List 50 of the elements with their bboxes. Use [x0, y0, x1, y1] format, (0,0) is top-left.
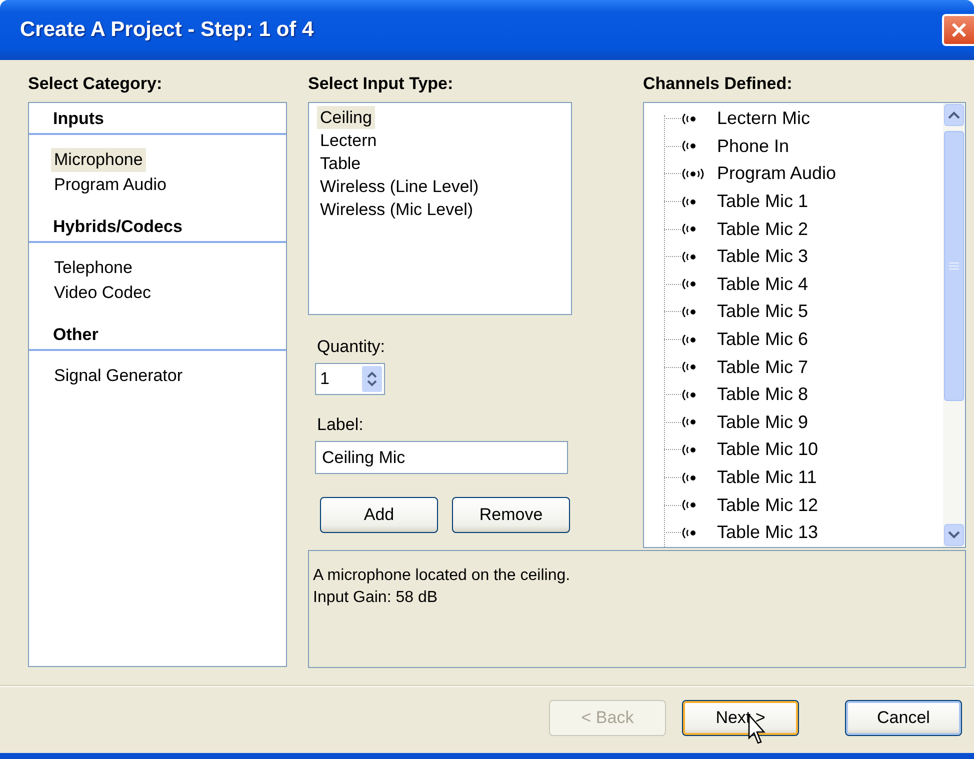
- channel-item[interactable]: Table Mic 1: [717, 191, 808, 212]
- input-type-item[interactable]: Table: [317, 152, 364, 175]
- channel-item[interactable]: Table Mic 7: [717, 356, 808, 378]
- spinner-arrows-icon: [366, 369, 378, 389]
- close-button[interactable]: [942, 14, 974, 46]
- channel-item[interactable]: Table Mic 3: [717, 246, 808, 268]
- group-heading: Other: [53, 324, 100, 346]
- scrollbar[interactable]: [943, 103, 965, 547]
- section-heading: Select Input Type:: [308, 74, 454, 94]
- channel-item[interactable]: Program Audio: [717, 163, 836, 184]
- section-heading: Channels Defined:: [643, 74, 792, 94]
- close-icon: [950, 21, 968, 39]
- group-heading: Inputs: [53, 108, 105, 130]
- label-field[interactable]: Ceiling Mic: [315, 441, 568, 474]
- channel-item[interactable]: Table Mic 10: [717, 439, 818, 460]
- input-type-item[interactable]: Ceiling: [317, 106, 375, 129]
- group-heading: Hybrids/Codecs: [53, 216, 184, 238]
- scroll-up-icon: [948, 111, 960, 119]
- channel-item[interactable]: Table Mic 4: [717, 274, 808, 295]
- stereo-signal-icon: [681, 168, 705, 180]
- grip-icon: [949, 262, 959, 270]
- input-type-item[interactable]: Wireless (Line Level): [317, 175, 482, 198]
- wizard-button[interactable]: Cancel: [845, 700, 962, 736]
- description-text: Input Gain: 58 dB: [313, 588, 439, 608]
- channel-item[interactable]: Table Mic 13: [717, 522, 818, 544]
- input-type-item[interactable]: Wireless (Mic Level): [317, 198, 476, 221]
- channel-item[interactable]: Table Mic 2: [717, 218, 808, 240]
- section-heading: Select Category:: [28, 74, 162, 94]
- category-item[interactable]: Signal Generator: [51, 364, 186, 388]
- channel-item[interactable]: Table Mic 12: [717, 494, 818, 516]
- description-text: A microphone located on the ceiling.: [313, 566, 572, 586]
- category-item[interactable]: Program Audio: [51, 173, 170, 197]
- action-button[interactable]: Add: [320, 497, 438, 533]
- channel-item[interactable]: Table Mic 6: [717, 329, 808, 350]
- scroll-down-icon: [948, 531, 960, 539]
- channel-item[interactable]: Phone In: [717, 136, 790, 157]
- label-label: Label:: [317, 415, 364, 435]
- channel-item[interactable]: Table Mic 11: [717, 467, 817, 488]
- window-title: Create A Project - Step: 1 of 4: [20, 18, 314, 42]
- category-item[interactable]: Microphone: [51, 148, 146, 172]
- quantity-label: Quantity:: [317, 337, 386, 357]
- action-button[interactable]: Remove: [452, 497, 570, 533]
- category-item[interactable]: Video Codec: [51, 281, 154, 305]
- input-type-item[interactable]: Lectern: [317, 129, 380, 152]
- channel-item[interactable]: Table Mic 9: [717, 412, 808, 433]
- category-item[interactable]: Telephone: [51, 256, 136, 280]
- channel-item[interactable]: Table Mic 8: [717, 384, 808, 406]
- channel-item[interactable]: Table Mic 5: [717, 301, 808, 322]
- channel-item[interactable]: Lectern Mic: [717, 108, 810, 130]
- quantity-field[interactable]: 1: [315, 363, 385, 395]
